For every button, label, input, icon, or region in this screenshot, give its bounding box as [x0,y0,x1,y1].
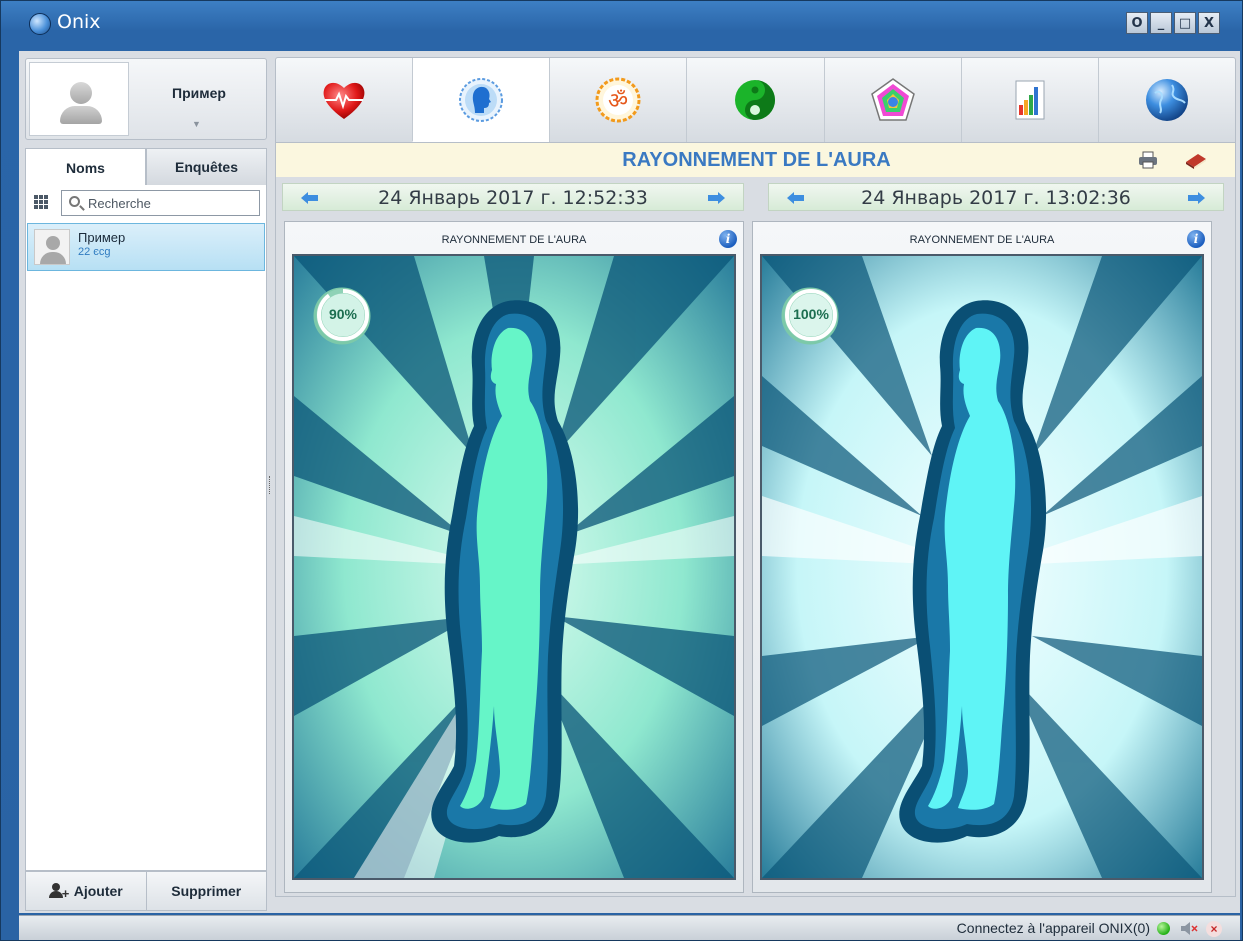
yin-yang-icon [735,80,776,120]
next-arrow-icon[interactable] [1187,191,1205,205]
names-list-panel: Пример 22 єсg [25,185,267,871]
sidebar: Пример ▼ Noms Enquêtes Пример 22 єсg [25,58,267,911]
list-item-name: Пример [78,230,126,245]
aura-percent: 100% [793,306,829,322]
print-icon[interactable] [1138,151,1158,169]
aura-panels: RAYONNEMENT DE L'AURA i 90% RAYONNEMENT … [275,215,1236,897]
search-input[interactable] [88,194,256,212]
aura-panel-left: RAYONNEMENT DE L'AURA i 90% [284,221,744,893]
book-icon[interactable] [1184,150,1208,170]
tab-noms[interactable]: Noms [25,148,146,186]
avatar [34,229,70,265]
avatar-head [70,82,92,104]
toolbar-heart-button[interactable] [276,58,412,142]
globe-logo-icon [29,13,51,35]
info-icon[interactable]: i [1187,230,1205,248]
aura-percent: 90% [328,306,358,322]
avatar-body [60,106,102,124]
page-title: RAYONNEMENT DE L'AURA [622,149,891,171]
connection-status-icon [1157,922,1170,935]
module-toolbar: ॐ [275,57,1236,143]
chevron-down-icon[interactable]: ▼ [192,119,201,129]
tab-enquetes[interactable]: Enquêtes [146,148,267,186]
list-item-subtitle: 22 єсg [78,246,111,258]
aura-panel-right: RAYONNEMENT DE L'AURA i 100% [752,221,1212,893]
profile-card[interactable]: Пример ▼ [25,58,267,140]
date-nav-left: 24 Январь 2017 г. 12:52:33 [282,183,744,211]
heart-icon [323,82,365,119]
grid-menu-icon[interactable] [34,195,48,209]
connection-status-text: Connectez à l'appareil ONIX(0) [956,920,1150,936]
client-area: Пример ▼ Noms Enquêtes Пример 22 єсg [19,51,1240,913]
om-icon: ॐ [595,77,641,123]
progress-badge: 90% [314,286,372,344]
aura-visualization [762,256,1202,878]
delete-button[interactable]: Supprimer [145,872,267,910]
globe-icon [1145,79,1188,121]
aura-image: 100% [760,254,1204,880]
speaker-muted-icon[interactable] [1180,921,1198,936]
close-button[interactable]: X [1198,12,1220,34]
aura-visualization [294,256,734,878]
aura-image: 90% [292,254,736,880]
date-right: 24 Январь 2017 г. 13:02:36 [861,187,1131,209]
next-arrow-icon[interactable] [707,191,725,205]
search-box [61,190,260,216]
aura-panel-header: RAYONNEMENT DE L'AURA i [285,222,743,252]
svg-text:ॐ: ॐ [608,89,628,114]
aura-panel-title: RAYONNEMENT DE L'AURA [909,234,1055,246]
date-navigation-row: 24 Январь 2017 г. 12:52:33 24 Январь 201… [275,177,1236,215]
toolbar-aura-button[interactable] [412,58,550,142]
toolbar-pentagon-button[interactable] [823,58,961,142]
profile-name: Пример [172,85,226,101]
main-content: ॐ RAYONNEMENT DE L'AURA 24 Январь 2017 г… [275,57,1236,909]
title-bar[interactable]: Onix O _ □ X [1,1,1242,45]
window-controls: O _ □ X [1126,12,1220,34]
splitter-handle[interactable] [269,476,272,494]
aura-panel-title: RAYONNEMENT DE L'AURA [441,234,587,246]
add-button-label: Ajouter [73,883,123,899]
minimize-button[interactable]: _ [1150,12,1172,34]
search-icon [69,196,80,207]
bar-chart-icon [1015,80,1045,120]
pentagon-icon [870,78,915,121]
sidebar-footer: + Ajouter Supprimer [25,871,267,911]
app-title: Onix [57,11,101,33]
toolbar-om-button[interactable]: ॐ [549,58,686,142]
disconnect-icon[interactable]: × [1206,921,1222,937]
toolbar-barchart-button[interactable] [960,58,1098,142]
page-header: RAYONNEMENT DE L'AURA [275,143,1236,177]
maximize-button[interactable]: □ [1174,12,1196,34]
window-o-button[interactable]: O [1126,12,1148,34]
avatar [29,62,129,136]
aura-panel-header: RAYONNEMENT DE L'AURA i [753,222,1211,252]
add-button[interactable]: + Ajouter [26,872,146,910]
progress-badge: 100% [782,286,840,344]
info-icon[interactable]: i [719,230,737,248]
list-item[interactable]: Пример 22 єсg [27,223,265,271]
sidebar-tabs: Noms Enquêtes [25,148,267,186]
add-user-icon: + [48,883,69,900]
date-left: 24 Январь 2017 г. 12:52:33 [378,187,648,209]
app-window: Onix O _ □ X Пример ▼ Noms Enquêtes Rech… [0,0,1243,941]
date-nav-right: 24 Январь 2017 г. 13:02:36 [768,183,1224,211]
toolbar-yinyang-button[interactable] [686,58,823,142]
status-bar: Connectez à l'appareil ONIX(0) × [19,915,1240,940]
toolbar-globe-button[interactable] [1097,58,1235,142]
head-aura-icon [459,77,504,122]
